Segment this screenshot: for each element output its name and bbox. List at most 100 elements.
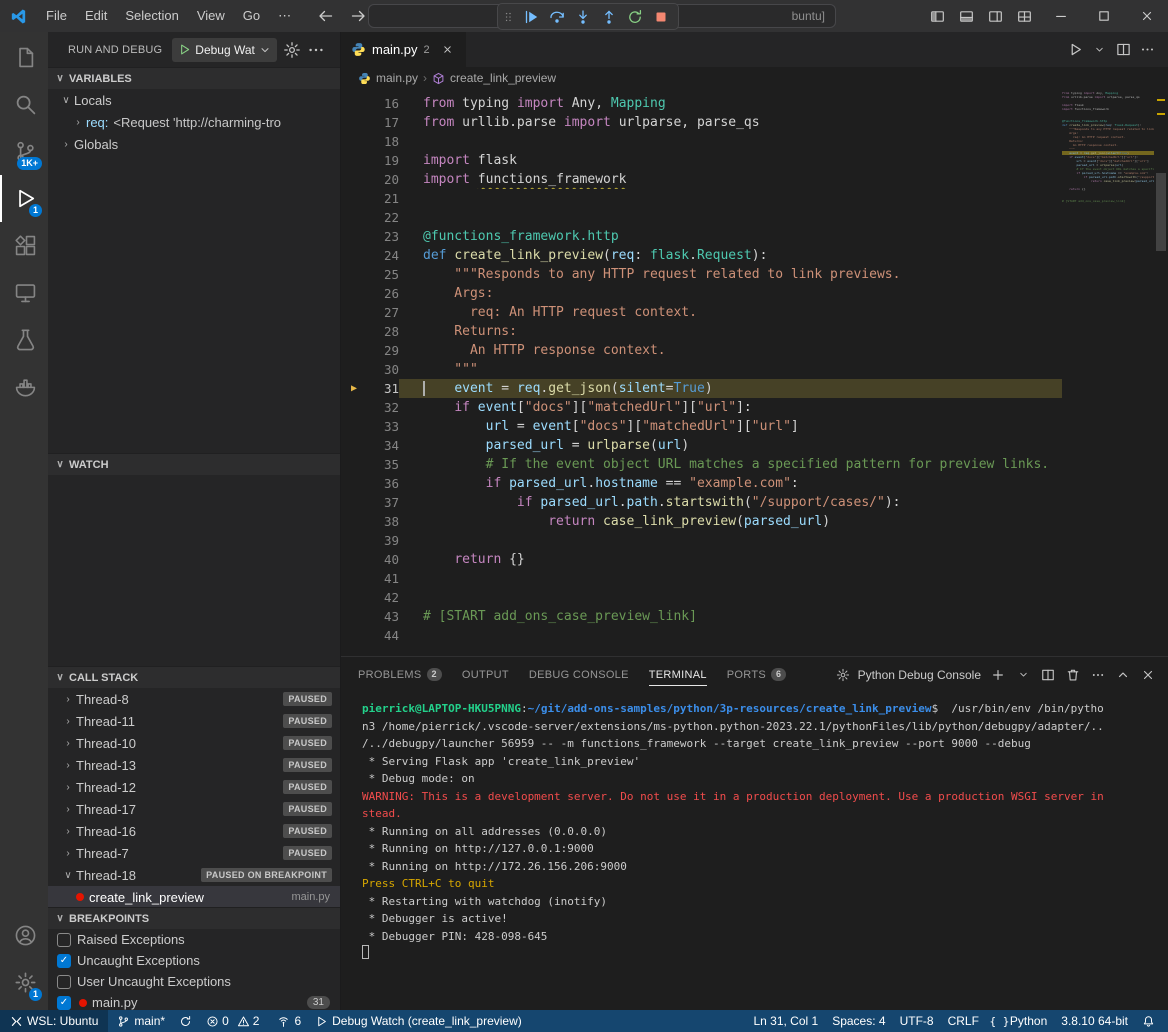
gutter-glyph[interactable]	[341, 588, 367, 607]
code-line-30[interactable]: 30 """	[341, 360, 1062, 379]
menu-selection[interactable]: Selection	[116, 1, 187, 31]
code-line-19[interactable]: 19import flask	[341, 151, 1062, 170]
run-file-icon[interactable]	[1064, 39, 1086, 61]
callstack-frame[interactable]: create_link_previewmain.py	[48, 886, 340, 907]
code-line-35[interactable]: 35 # If the event object URL matches a s…	[341, 455, 1062, 474]
callstack-thread[interactable]: ›Thread-13PAUSED	[48, 754, 340, 776]
maximize-panel-icon[interactable]	[1113, 665, 1133, 685]
breakpoints-header[interactable]: ∨ BREAKPOINTS	[48, 907, 340, 929]
code-line-41[interactable]: 41	[341, 569, 1062, 588]
code-line-26[interactable]: 26 Args:	[341, 284, 1062, 303]
kill-terminal-icon[interactable]	[1063, 665, 1083, 685]
debug-config-dropdown[interactable]: Debug Wat	[172, 38, 277, 62]
gutter-glyph[interactable]	[341, 417, 367, 436]
activity-search[interactable]	[0, 81, 48, 128]
status-language[interactable]: { }Python	[986, 1010, 1054, 1032]
panel-tab-ports[interactable]: PORTS6	[727, 657, 787, 692]
status-problems[interactable]: 02	[199, 1010, 270, 1032]
gutter-glyph[interactable]	[341, 246, 367, 265]
activity-extensions[interactable]	[0, 222, 48, 269]
status-python-version[interactable]: 3.8.10 64-bit	[1054, 1010, 1135, 1032]
watch-header[interactable]: ∨ WATCH	[48, 453, 340, 475]
code-line-16[interactable]: 16from typing import Any, Mapping	[341, 94, 1062, 113]
code-line-20[interactable]: 20import functions_framework	[341, 170, 1062, 189]
terminal-name[interactable]: Python Debug Console	[858, 668, 981, 682]
variables-item[interactable]: ›req:<Request 'http://charming-tro	[48, 111, 340, 133]
callstack-thread[interactable]: ›Thread-8PAUSED	[48, 688, 340, 710]
breakpoint-item[interactable]: ✓main.py31	[48, 992, 340, 1010]
code-line-40[interactable]: 40 return {}	[341, 550, 1062, 569]
toggle-panel-icon[interactable]	[952, 0, 981, 32]
code-line-18[interactable]: 18	[341, 132, 1062, 151]
code-line-34[interactable]: 34 parsed_url = urlparse(url)	[341, 436, 1062, 455]
code-line-17[interactable]: 17from urllib.parse import urlparse, par…	[341, 113, 1062, 132]
breakpoint-item[interactable]: ✓Uncaught Exceptions	[48, 950, 340, 971]
gutter-glyph[interactable]	[341, 132, 367, 151]
gutter-glyph[interactable]	[341, 170, 367, 189]
editor-scrollbar[interactable]	[1154, 89, 1168, 656]
gutter-glyph[interactable]	[341, 626, 367, 645]
maximize-button[interactable]	[1082, 0, 1125, 32]
activity-run-and-debug[interactable]: 1	[0, 175, 48, 222]
start-debug-icon[interactable]	[178, 43, 191, 56]
gutter-glyph[interactable]	[341, 341, 367, 360]
status-debug-session[interactable]: Debug Watch (create_link_preview)	[308, 1010, 529, 1032]
callstack-thread[interactable]: ∨Thread-18PAUSED ON BREAKPOINT	[48, 864, 340, 886]
status-cursor-position[interactable]: Ln 31, Col 1	[746, 1010, 825, 1032]
menu-view[interactable]: View	[188, 1, 234, 31]
code-line-42[interactable]: 42	[341, 588, 1062, 607]
terminal-dropdown-icon[interactable]	[1013, 665, 1033, 685]
gutter-glyph[interactable]	[341, 227, 367, 246]
panel-tab-terminal[interactable]: TERMINAL	[649, 657, 707, 692]
gutter-glyph[interactable]	[341, 208, 367, 227]
gutter-glyph[interactable]	[341, 436, 367, 455]
activity-accounts[interactable]	[0, 912, 48, 959]
code-line-38[interactable]: 38 return case_link_preview(parsed_url)	[341, 512, 1062, 531]
breadcrumb-file[interactable]: main.py	[376, 71, 418, 85]
callstack-thread[interactable]: ›Thread-12PAUSED	[48, 776, 340, 798]
code-line-31[interactable]: ▶31 event = req.get_json(silent=True)	[341, 379, 1062, 398]
callstack-thread[interactable]: ›Thread-17PAUSED	[48, 798, 340, 820]
gripper-icon[interactable]	[503, 9, 514, 25]
code-line-23[interactable]: 23@functions_framework.http	[341, 227, 1062, 246]
variables-header[interactable]: ∨ VARIABLES	[48, 67, 340, 89]
code-line-25[interactable]: 25 """Responds to any HTTP request relat…	[341, 265, 1062, 284]
status-ports[interactable]: 6	[270, 1010, 308, 1032]
close-window-button[interactable]	[1125, 0, 1168, 32]
activity-explorer[interactable]	[0, 34, 48, 81]
activity-testing[interactable]	[0, 316, 48, 363]
split-editor-icon[interactable]	[1112, 39, 1134, 61]
menu-file[interactable]: File	[37, 1, 76, 31]
variables-item[interactable]: ∨Locals	[48, 89, 340, 111]
gutter-glyph[interactable]: ▶	[341, 379, 367, 398]
variables-item[interactable]: ›Globals	[48, 133, 340, 155]
code-line-43[interactable]: 43# [START add_ons_case_preview_link]	[341, 607, 1062, 626]
tab-close-icon[interactable]	[440, 42, 456, 58]
gutter-glyph[interactable]	[341, 322, 367, 341]
debug-step-out-button[interactable]	[596, 5, 621, 28]
code-line-32[interactable]: 32 if event["docs"]["matchedUrl"]["url"]…	[341, 398, 1062, 417]
back-icon[interactable]	[318, 8, 334, 24]
status-notifications[interactable]	[1135, 1010, 1162, 1032]
menu-go[interactable]: Go	[234, 1, 269, 31]
code-line-39[interactable]: 39	[341, 531, 1062, 550]
breakpoint-checkbox[interactable]: ✓	[57, 954, 71, 968]
scrollbar-thumb[interactable]	[1156, 173, 1166, 251]
gutter-glyph[interactable]	[341, 474, 367, 493]
activity-docker[interactable]	[0, 363, 48, 410]
activity-remote-explorer[interactable]	[0, 269, 48, 316]
debug-gear-icon[interactable]	[283, 41, 301, 59]
breakpoint-checkbox[interactable]	[57, 975, 71, 989]
gutter-glyph[interactable]	[341, 607, 367, 626]
breakpoint-checkbox[interactable]	[57, 933, 71, 947]
menu-overflow[interactable]: ⋯	[269, 1, 300, 31]
customize-layout-icon[interactable]	[1010, 0, 1039, 32]
gutter-glyph[interactable]	[341, 569, 367, 588]
breakpoint-item[interactable]: User Uncaught Exceptions	[48, 971, 340, 992]
gutter-glyph[interactable]	[341, 265, 367, 284]
breadcrumb-symbol[interactable]: create_link_preview	[450, 71, 556, 85]
status-remote[interactable]: WSL: Ubuntu	[0, 1010, 108, 1032]
gutter-glyph[interactable]	[341, 151, 367, 170]
gutter-glyph[interactable]	[341, 512, 367, 531]
gutter-glyph[interactable]	[341, 113, 367, 132]
